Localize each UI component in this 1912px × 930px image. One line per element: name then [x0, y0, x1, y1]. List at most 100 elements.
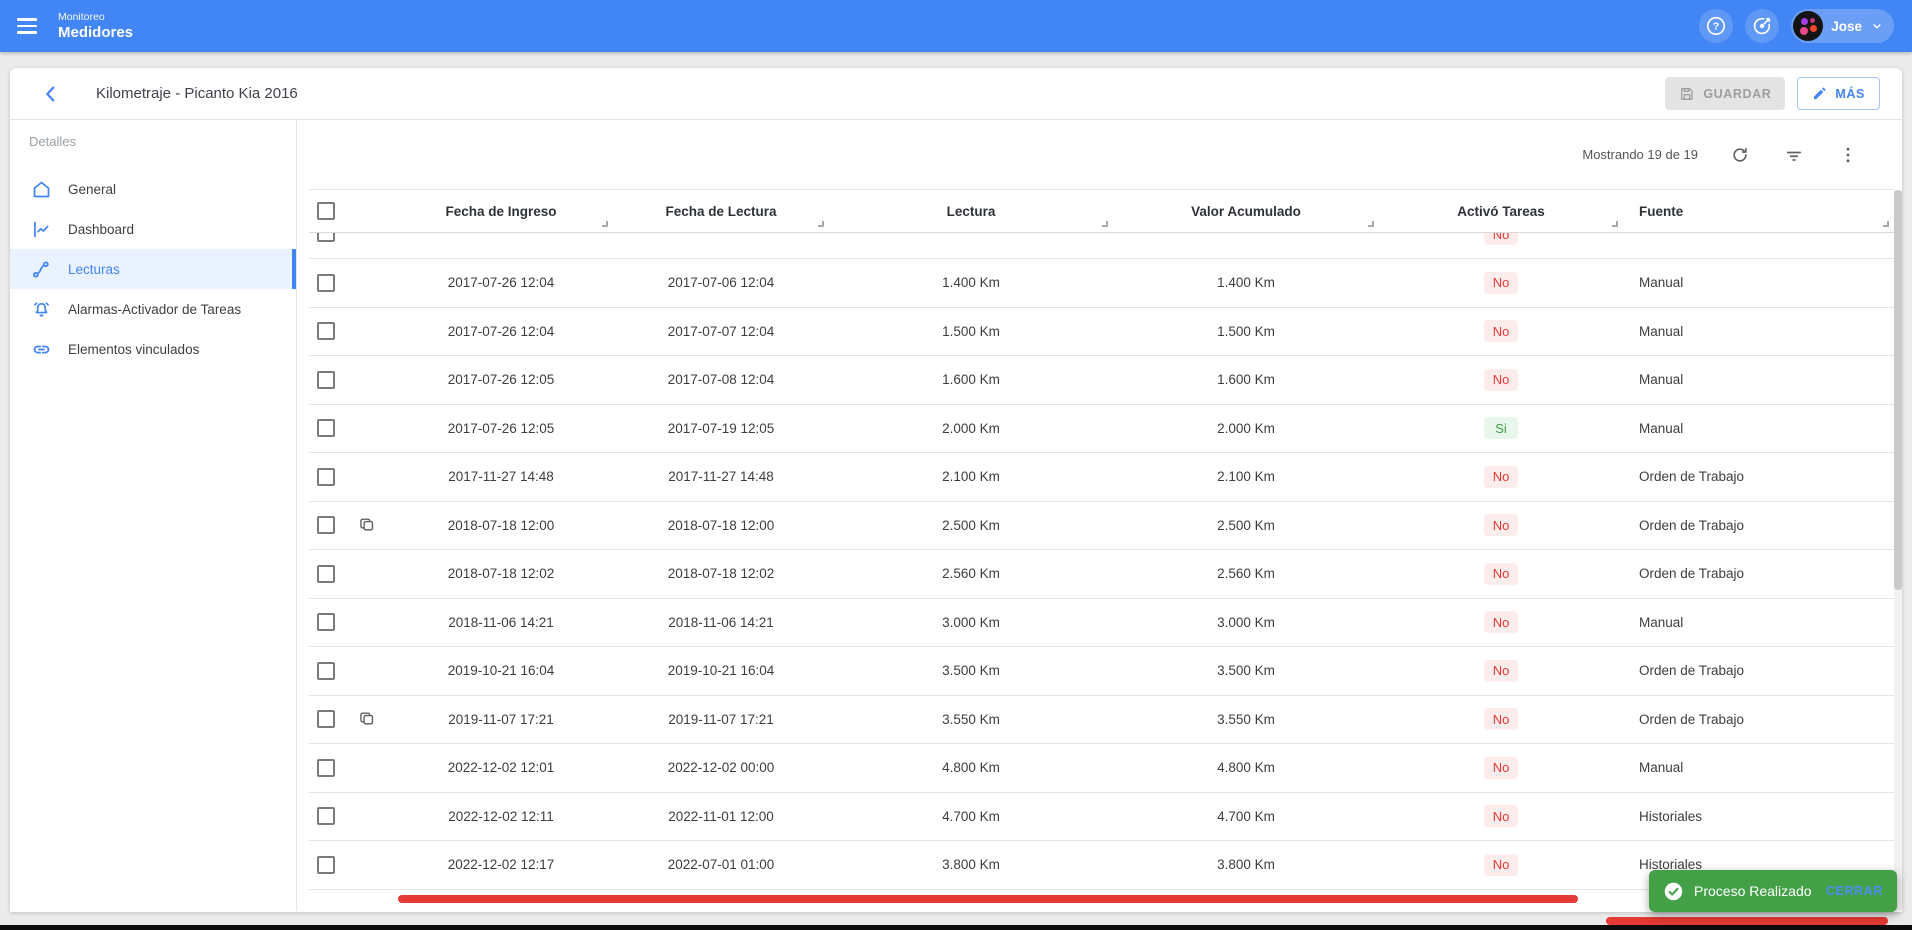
column-resize-handle[interactable] — [1883, 221, 1889, 227]
more-button[interactable]: MÁS — [1797, 77, 1880, 110]
cell-fecha-lectura: 2022-12-02 00:00 — [667, 760, 775, 776]
trigger-badge: No — [1484, 465, 1518, 488]
cell-fuente: Orden de Trabajo — [1639, 469, 1745, 485]
column-header-fecha-lectura[interactable]: Fecha de Lectura — [613, 190, 829, 232]
sidebar-item-lecturas[interactable]: Lecturas — [10, 249, 296, 289]
row-checkbox[interactable] — [317, 370, 335, 389]
select-all-checkbox[interactable] — [317, 202, 335, 220]
column-header-lectura[interactable]: Lectura — [829, 190, 1113, 232]
goal-icon[interactable] — [1745, 9, 1780, 43]
back-icon[interactable] — [36, 79, 66, 109]
toast-close-button[interactable]: CERRAR — [1826, 884, 1883, 898]
outer-horizontal-scrollbar-thumb[interactable] — [1606, 917, 1888, 925]
appbar-actions: ? Jose — [1699, 9, 1912, 43]
table-row[interactable]: 2017-11-27 14:48 2017-11-27 14:48 2.100 … — [309, 453, 1894, 502]
sidebar-section-label: Detalles — [29, 134, 76, 149]
column-label: Activó Tareas — [1457, 203, 1545, 219]
trigger-badge: Si — [1484, 417, 1518, 440]
cell-fecha-lectura: 2017-07-07 12:04 — [667, 323, 775, 339]
column-resize-handle[interactable] — [1612, 221, 1618, 227]
table-row[interactable]: 2022-12-02 12:11 2022-11-01 12:00 4.700 … — [309, 792, 1894, 841]
cell-lectura: 1.400 Km — [942, 275, 1000, 291]
table-row[interactable]: 2017-07-26 12:05 2017-07-19 12:05 2.000 … — [309, 404, 1894, 453]
copy-icon[interactable] — [354, 513, 378, 537]
table-row-partial[interactable]: No — [309, 233, 1894, 259]
table-row[interactable]: 2019-10-21 16:04 2019-10-21 16:04 3.500 … — [309, 647, 1894, 696]
home-icon — [31, 179, 52, 200]
vertical-scrollbar-thumb[interactable] — [1894, 190, 1902, 590]
filter-icon[interactable] — [1782, 143, 1806, 167]
table-body: 2017-07-26 12:04 2017-07-06 12:04 1.400 … — [309, 259, 1894, 890]
column-header-fuente[interactable]: Fuente — [1623, 190, 1894, 232]
sidebar-item-general[interactable]: General — [10, 169, 296, 209]
column-header-activo-tareas[interactable]: Activó Tareas — [1379, 190, 1623, 232]
screen-bottom-edge — [0, 925, 1912, 930]
horizontal-scrollbar-thumb[interactable] — [398, 895, 1578, 903]
svg-text:?: ? — [1713, 21, 1719, 33]
cell-valor-acumulado: 1.400 Km — [1217, 275, 1275, 291]
cell-lectura: 4.800 Km — [942, 760, 1000, 776]
page-title: Kilometraje - Picanto Kia 2016 — [96, 85, 298, 102]
sidebar-item-alarmas[interactable]: Alarmas-Activador de Tareas — [10, 289, 296, 329]
table-row[interactable]: 2017-07-26 12:04 2017-07-07 12:04 1.500 … — [309, 307, 1894, 356]
trigger-badge: No — [1484, 708, 1518, 731]
link-icon — [31, 339, 52, 360]
row-checkbox[interactable] — [317, 807, 335, 826]
showing-count: Mostrando 19 de 19 — [1582, 147, 1698, 162]
table-row[interactable]: 2017-07-26 12:05 2017-07-08 12:04 1.600 … — [309, 356, 1894, 405]
cell-fuente: Orden de Trabajo — [1639, 517, 1745, 533]
row-checkbox[interactable] — [317, 273, 335, 292]
row-checkbox[interactable] — [317, 613, 335, 632]
column-header-valor-acumulado[interactable]: Valor Acumulado — [1113, 190, 1379, 232]
row-checkbox[interactable] — [317, 564, 335, 583]
chart-icon — [31, 219, 52, 240]
column-header-fecha-ingreso[interactable]: Fecha de Ingreso — [389, 190, 613, 232]
sidebar-item-label: Elementos vinculados — [68, 341, 200, 357]
row-checkbox[interactable] — [317, 855, 335, 874]
sidebar-item-dashboard[interactable]: Dashboard — [10, 209, 296, 249]
column-resize-handle[interactable] — [1368, 221, 1374, 227]
more-vert-icon[interactable] — [1836, 143, 1860, 167]
cell-valor-acumulado: 2.100 Km — [1217, 469, 1275, 485]
table-row[interactable]: 2018-11-06 14:21 2018-11-06 14:21 3.000 … — [309, 598, 1894, 647]
row-checkbox[interactable] — [317, 516, 335, 535]
column-label: Valor Acumulado — [1191, 203, 1301, 219]
cell-fecha-lectura: 2017-07-08 12:04 — [667, 372, 775, 388]
row-checkbox[interactable] — [317, 322, 335, 341]
cell-lectura: 1.500 Km — [942, 323, 1000, 339]
menu-icon[interactable] — [4, 0, 50, 52]
row-checkbox[interactable] — [317, 710, 335, 729]
table-row[interactable]: 2018-07-18 12:02 2018-07-18 12:02 2.560 … — [309, 550, 1894, 599]
cell-lectura: 2.000 Km — [942, 420, 1000, 436]
cell-fecha-ingreso: 2017-07-26 12:04 — [447, 275, 555, 291]
cell-lectura: 2.100 Km — [942, 469, 1000, 485]
row-checkbox[interactable] — [317, 233, 335, 242]
table-row[interactable]: 2018-07-18 12:00 2018-07-18 12:00 2.500 … — [309, 501, 1894, 550]
row-checkbox[interactable] — [317, 467, 335, 486]
check-circle-icon — [1664, 882, 1683, 900]
trigger-badge: No — [1484, 853, 1518, 876]
cell-fecha-lectura: 2022-11-01 12:00 — [668, 808, 774, 824]
sidebar-item-elementos[interactable]: Elementos vinculados — [10, 329, 296, 369]
column-resize-handle[interactable] — [602, 221, 608, 227]
cell-fecha-ingreso: 2019-11-07 17:21 — [448, 711, 554, 727]
copy-icon[interactable] — [354, 707, 378, 731]
column-resize-handle[interactable] — [1102, 221, 1108, 227]
table-row[interactable]: 2022-12-02 12:01 2022-12-02 00:00 4.800 … — [309, 744, 1894, 793]
app-bar: Monitoreo Medidores ? Jose — [0, 0, 1912, 52]
table-row[interactable]: 2019-11-07 17:21 2019-11-07 17:21 3.550 … — [309, 695, 1894, 744]
row-checkbox[interactable] — [317, 758, 335, 777]
table-row[interactable]: 2017-07-26 12:04 2017-07-06 12:04 1.400 … — [309, 259, 1894, 308]
cell-fecha-ingreso: 2017-07-26 12:05 — [447, 420, 555, 436]
row-checkbox[interactable] — [317, 419, 335, 438]
header-actions: GUARDAR MÁS — [1665, 77, 1880, 110]
row-checkbox[interactable] — [317, 661, 335, 680]
save-button[interactable]: GUARDAR — [1665, 77, 1786, 110]
cell-valor-acumulado: 2.560 Km — [1217, 566, 1275, 582]
user-menu[interactable]: Jose — [1791, 9, 1894, 43]
trigger-badge: No — [1484, 805, 1518, 828]
column-resize-handle[interactable] — [818, 221, 824, 227]
refresh-icon[interactable] — [1728, 143, 1752, 167]
help-icon[interactable]: ? — [1699, 9, 1734, 43]
vertical-scrollbar[interactable] — [1894, 190, 1902, 910]
